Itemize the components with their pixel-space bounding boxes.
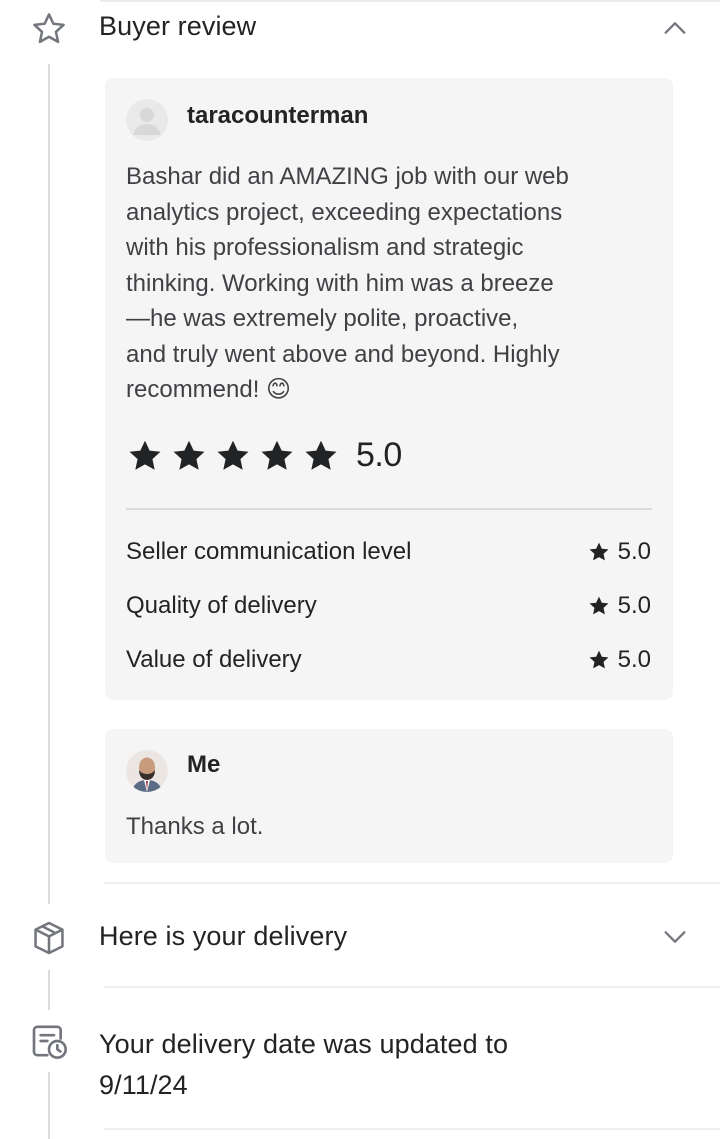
review-text-line: thinking. Working with him was a breeze (126, 269, 554, 297)
criteria-value: 5.0 (588, 538, 651, 566)
star-filled-icon (129, 440, 161, 470)
star-filled-icon (305, 440, 337, 470)
seller-reply-card: Me Thanks a lot. (105, 729, 673, 863)
reviewer-username: taracounterman (187, 102, 369, 129)
criteria-label: Quality of delivery (126, 592, 317, 619)
top-divider (100, 0, 720, 2)
review-text-line: —he was extremely polite, proactive, (126, 305, 519, 332)
divider (126, 508, 652, 510)
criteria-row: Seller communication level 5.0 (126, 538, 651, 566)
delivery-date-text: Your delivery date was updated to (99, 1029, 509, 1059)
criteria-label: Value of delivery (126, 646, 302, 673)
section-divider (104, 882, 720, 884)
criteria-label: Seller communication level (126, 538, 412, 565)
review-text: Bashar did an AMAZING job with our web a… (126, 159, 646, 408)
order-timeline: Buyer review taracounterman Bashar did a… (0, 0, 720, 1139)
review-card: taracounterman Bashar did an AMAZING job… (105, 78, 673, 700)
avatar (126, 99, 168, 141)
overall-rating: 5.0 (356, 436, 402, 474)
criteria-rating: 5.0 (617, 592, 651, 619)
review-text-line: with his professionalism and strategic (126, 234, 524, 261)
criteria-value: 5.0 (588, 592, 651, 620)
reply-username: Me (187, 751, 221, 778)
criteria-rating: 5.0 (617, 646, 651, 673)
section-divider (104, 1128, 720, 1130)
timeline-line (48, 970, 50, 1010)
star-filled-icon (217, 440, 249, 470)
review-text-line: recommend! 😊 (126, 376, 292, 403)
section-title-buyer-review: Buyer review (99, 11, 257, 41)
review-text-line: Bashar did an AMAZING job with our web (126, 163, 569, 190)
delivery-date-value: 9/11/24 (99, 1070, 188, 1100)
star-filled-icon (589, 542, 609, 561)
calendar-clock-icon (28, 1020, 70, 1062)
star-filled-icon (261, 440, 293, 470)
criteria-row: Value of delivery 5.0 (126, 646, 651, 674)
review-text-line: and truly went above and beyond. Highly (126, 340, 560, 368)
package-box-icon (28, 917, 70, 959)
star-filled-icon (589, 596, 609, 615)
avatar (126, 750, 168, 792)
chevron-down-icon[interactable] (660, 922, 690, 952)
criteria-row: Quality of delivery 5.0 (126, 592, 651, 620)
star-rating: 5.0 (126, 436, 402, 475)
timeline-line (48, 64, 50, 904)
star-filled-icon (589, 650, 609, 669)
criteria-value: 5.0 (588, 646, 651, 674)
review-text-line: analytics project, exceeding expectation… (126, 198, 563, 226)
star-filled-icon (173, 440, 205, 470)
star-outline-icon (28, 8, 70, 50)
timeline-line (48, 1072, 50, 1139)
section-title-delivery-date: Your delivery date was updated to 9/11/2… (99, 1024, 508, 1106)
reply-text: Thanks a lot. (126, 813, 264, 840)
chevron-up-icon[interactable] (660, 13, 690, 43)
section-divider (104, 986, 720, 988)
criteria-rating: 5.0 (617, 538, 651, 565)
section-title-delivery[interactable]: Here is your delivery (99, 921, 347, 952)
